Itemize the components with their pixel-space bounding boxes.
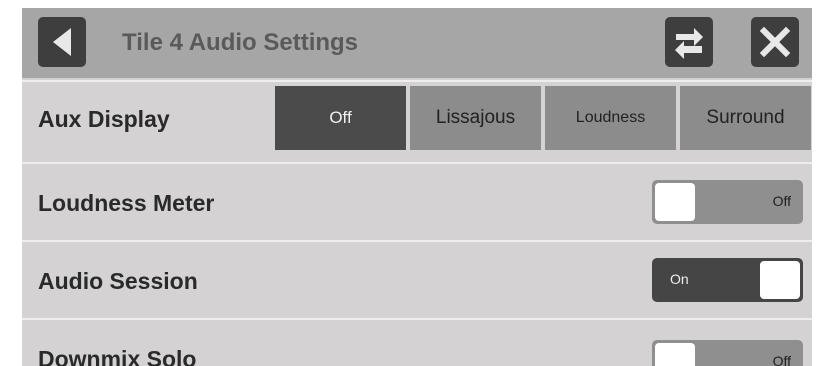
aux-display-label: Aux Display [38, 106, 170, 132]
back-triangle-icon [53, 28, 71, 56]
aux-option-off[interactable]: Off [275, 86, 406, 150]
aux-option-loudness[interactable]: Loudness [545, 86, 676, 150]
audio-session-label: Audio Session [38, 268, 198, 294]
swap-arrows-icon [675, 28, 703, 59]
audio-session-row: Audio Session On [22, 240, 812, 318]
audio-session-toggle[interactable]: On [652, 258, 803, 302]
loudness-meter-row: Loudness Meter Off [22, 162, 812, 240]
close-x-icon [759, 26, 791, 58]
audio-settings-panel: Tile 4 Audio Settings Aux Display Off Li… [22, 8, 812, 366]
swap-button[interactable] [665, 17, 713, 67]
loudness-meter-toggle[interactable]: Off [652, 180, 803, 224]
downmix-solo-toggle[interactable]: Off [652, 340, 803, 366]
downmix-solo-row: Downmix Solo Off [22, 318, 812, 366]
toggle-state-text: Off [772, 353, 791, 366]
aux-display-row: Aux Display Off Lissajous Loudness Surro… [22, 80, 812, 162]
toggle-knob [760, 261, 800, 299]
close-button[interactable] [751, 17, 799, 67]
header-bar: Tile 4 Audio Settings [22, 8, 812, 78]
toggle-state-text: Off [772, 193, 791, 209]
toggle-knob [655, 183, 695, 221]
loudness-meter-label: Loudness Meter [38, 190, 215, 216]
back-button[interactable] [38, 17, 86, 67]
aux-option-lissajous[interactable]: Lissajous [410, 86, 541, 150]
downmix-solo-label: Downmix Solo [38, 346, 197, 366]
toggle-knob [655, 343, 695, 366]
page-title: Tile 4 Audio Settings [122, 29, 359, 56]
toggle-state-text: On [670, 271, 689, 287]
aux-option-surround[interactable]: Surround [680, 86, 811, 150]
aux-display-selector: Off Lissajous Loudness Surround [275, 86, 812, 150]
